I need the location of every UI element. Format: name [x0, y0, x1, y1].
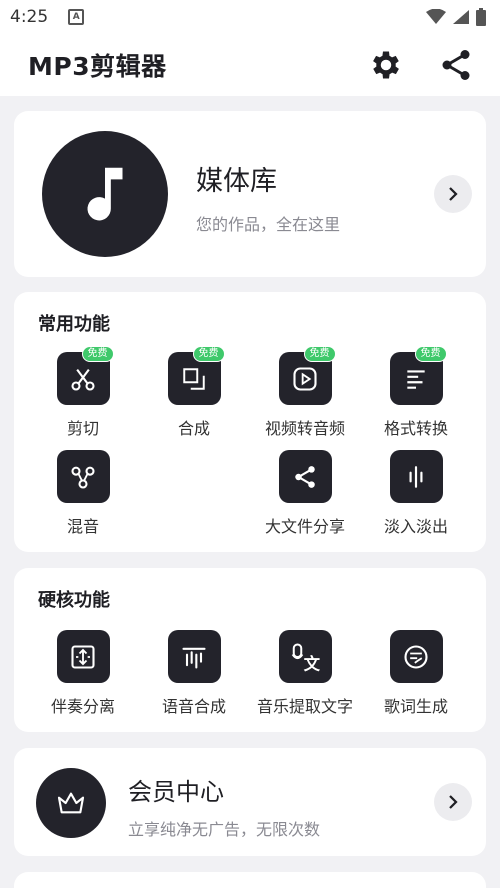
- tool-label: 语音合成: [161, 697, 226, 716]
- tool-label: 淡入淡出: [383, 517, 448, 536]
- common-functions-title: 常用功能: [38, 314, 110, 335]
- waveform-icon: [389, 450, 443, 503]
- merge-icon: 免费: [167, 346, 225, 405]
- tool-speech-synthesis[interactable]: 语音合成: [139, 630, 249, 720]
- tool-video-to-audio[interactable]: 免费 视频转音频: [250, 346, 360, 442]
- video-play-icon: 免费: [278, 346, 336, 405]
- app-bar: MP3剪辑器: [0, 34, 500, 96]
- media-library-title: 媒体库: [196, 166, 277, 197]
- free-badge: 免费: [414, 346, 447, 362]
- tool-label: 歌词生成: [383, 697, 448, 716]
- free-badge: 免费: [192, 346, 225, 362]
- crown-icon: [36, 768, 106, 838]
- tool-merge[interactable]: 免费 合成: [139, 346, 249, 442]
- tool-music-extract-text[interactable]: 文 音乐提取文字: [250, 630, 360, 720]
- tool-label: 格式转换: [383, 419, 448, 438]
- tool-fade[interactable]: 淡入淡出: [361, 450, 471, 540]
- tool-label: 视频转音频: [264, 419, 345, 438]
- app-title: MP3剪辑器: [28, 52, 167, 81]
- chevron-right-icon[interactable]: [434, 175, 472, 213]
- mix-nodes-icon: [56, 450, 110, 503]
- chevron-right-icon[interactable]: [434, 783, 472, 821]
- vip-subtitle: 立享纯净无广告，无限次数: [128, 820, 321, 839]
- free-badge: 免费: [81, 346, 114, 362]
- music-to-text-icon: 文: [278, 630, 332, 683]
- media-library-card[interactable]: 媒体库 您的作品，全在这里: [14, 111, 486, 277]
- vip-title: 会员中心: [128, 778, 224, 806]
- common-functions-card: 常用功能 免费 剪切 免费 合成 免费 视频转音频 免费 格式转换 混音 大文件…: [14, 292, 486, 552]
- tool-label: 伴奏分离: [50, 697, 115, 716]
- battery-icon: [476, 8, 486, 26]
- vip-center-card[interactable]: 会员中心 立享纯净无广告，无限次数: [14, 748, 486, 856]
- scissors-icon: 免费: [56, 346, 114, 405]
- tool-label: 混音: [66, 517, 99, 536]
- tool-lyrics-generate[interactable]: 歌词生成: [361, 630, 471, 720]
- voice-synth-icon: [167, 630, 221, 683]
- share-icon[interactable]: [438, 47, 474, 83]
- share-icon: [278, 450, 332, 503]
- tool-label: 剪切: [66, 419, 99, 438]
- next-card-edge: [14, 872, 486, 888]
- status-time: 4:25: [10, 7, 49, 27]
- format-lines-icon: 免费: [389, 346, 447, 405]
- tool-label: 合成: [177, 419, 210, 438]
- tool-mix[interactable]: 混音: [28, 450, 138, 540]
- tool-format-convert[interactable]: 免费 格式转换: [361, 346, 471, 442]
- split-icon: [56, 630, 110, 683]
- lyrics-icon: [389, 630, 443, 683]
- tool-label: 大文件分享: [264, 517, 345, 536]
- gear-icon[interactable]: [368, 47, 404, 83]
- wifi-icon: [426, 9, 446, 24]
- notification-icon: A: [68, 9, 85, 25]
- hard-functions-title: 硬核功能: [38, 590, 110, 611]
- svg-text:文: 文: [304, 654, 320, 672]
- music-note-icon: [42, 131, 168, 257]
- tool-cut[interactable]: 免费 剪切: [28, 346, 138, 442]
- hard-functions-card: 硬核功能 伴奏分离 语音合成 文 音乐提取文字 歌词生成: [14, 568, 486, 732]
- status-bar: 4:25 A: [0, 0, 500, 34]
- media-library-subtitle: 您的作品，全在这里: [196, 215, 341, 234]
- tool-label: 音乐提取文字: [256, 697, 353, 716]
- tool-accompaniment-separation[interactable]: 伴奏分离: [28, 630, 138, 720]
- free-badge: 免费: [303, 346, 336, 362]
- tool-large-file-share[interactable]: 大文件分享: [250, 450, 360, 540]
- signal-icon: [453, 10, 469, 24]
